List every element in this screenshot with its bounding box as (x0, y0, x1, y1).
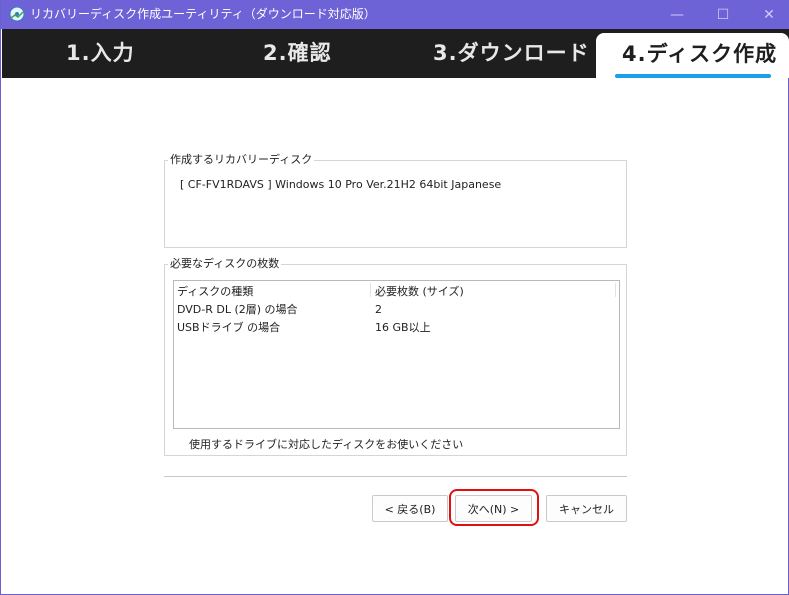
recovery-disk-value: [ CF-FV1RDAVS ] Windows 10 Pro Ver.21H2 … (180, 178, 502, 191)
button-divider (164, 476, 627, 477)
close-button[interactable]: ✕ (746, 0, 789, 29)
maximize-button[interactable]: ☐ (700, 0, 746, 29)
list-header: ディスクの種類 必要枚数 (サイズ) (174, 283, 619, 301)
required-count-cell: 2 (375, 303, 382, 316)
minimize-icon: — (670, 6, 684, 23)
close-icon: ✕ (763, 6, 775, 23)
app-window: リカバリーディスク作成ユーティリティ（ダウンロード対応版） — ☐ ✕ 1.入力… (0, 0, 789, 595)
column-header-disk-type[interactable]: ディスクの種類 (177, 283, 253, 301)
required-disks-legend: 必要なディスクの枚数 (168, 257, 282, 271)
column-divider[interactable] (615, 283, 616, 297)
disc-app-icon (9, 6, 25, 22)
column-header-required-count[interactable]: 必要枚数 (サイズ) (375, 283, 464, 301)
next-button-highlight (449, 489, 539, 526)
maximize-icon: ☐ (716, 6, 730, 23)
step-create-disk-tab: 4.ディスク作成 (596, 33, 789, 78)
disk-requirements-list[interactable]: ディスクの種類 必要枚数 (サイズ) DVD-R DL (2層) の場合 2 U… (173, 280, 620, 429)
drive-compat-note: 使用するドライブに対応したディスクをお使いください (189, 438, 464, 451)
step-confirm: 2.確認 (263, 41, 332, 65)
step-input: 1.入力 (66, 41, 135, 65)
minimize-button[interactable]: — (654, 0, 700, 29)
list-item[interactable]: USBドライブ の場合 16 GB以上 (174, 319, 619, 337)
disk-type-cell: DVD-R DL (2層) の場合 (177, 303, 298, 316)
title-bar: リカバリーディスク作成ユーティリティ（ダウンロード対応版） — ☐ ✕ (1, 0, 789, 29)
active-step-underline (615, 74, 771, 78)
recovery-disk-group: 作成するリカバリーディスク [ CF-FV1RDAVS ] Windows 10… (164, 153, 627, 248)
required-count-cell: 16 GB以上 (375, 321, 431, 334)
required-disks-group: 必要なディスクの枚数 ディスクの種類 必要枚数 (サイズ) DVD-R DL (… (164, 257, 627, 456)
step-create-disk: 4.ディスク作成 (622, 42, 778, 66)
back-button[interactable]: < 戻る(B) (372, 495, 448, 522)
window-title: リカバリーディスク作成ユーティリティ（ダウンロード対応版） (30, 7, 376, 21)
disk-type-cell: USBドライブ の場合 (177, 321, 281, 334)
wizard-step-bar: 1.入力 2.確認 3.ダウンロード 4.ディスク作成 (2, 29, 789, 78)
cancel-button[interactable]: キャンセル (546, 495, 627, 522)
column-divider[interactable] (370, 283, 371, 297)
step-download: 3.ダウンロード (433, 41, 590, 65)
recovery-disk-legend: 作成するリカバリーディスク (168, 153, 315, 167)
list-item[interactable]: DVD-R DL (2層) の場合 2 (174, 301, 619, 319)
